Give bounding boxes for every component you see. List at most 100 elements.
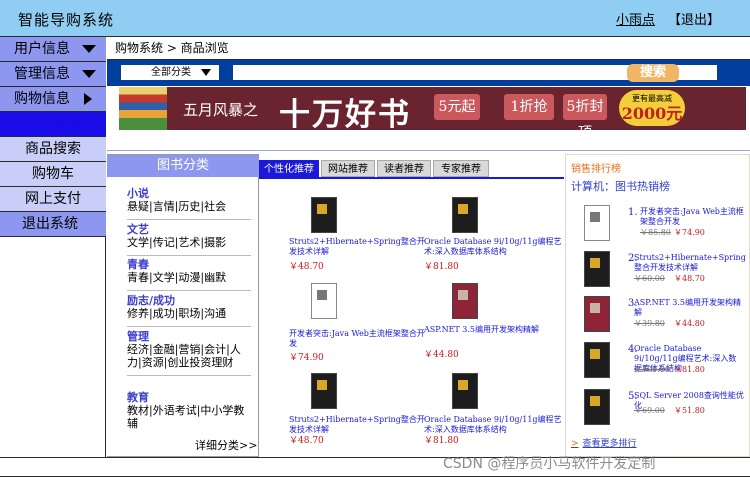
product-price: ￥81.80 — [424, 436, 459, 446]
more-ranking-link[interactable]: 查看更多排行 — [571, 436, 637, 449]
nav-shopping-info[interactable]: 购物信息 — [0, 87, 106, 112]
category-group-items[interactable]: 青春|文学|动漫|幽默 — [127, 271, 251, 284]
banner-promo-badge: 更有最高减 2000元 — [619, 90, 685, 126]
rank-old-price: ￥60.00 — [634, 274, 665, 283]
user-link[interactable]: 小雨点 — [616, 9, 655, 28]
book-cover-image[interactable] — [311, 373, 337, 409]
promo-top: 更有最高减 — [632, 94, 672, 103]
ranking-item[interactable]: 2. Struts2+Hibernate+Spring整合开发技术详解 ￥60.… — [566, 251, 750, 295]
rank-name[interactable]: Struts2+Hibernate+Spring整合开发技术详解 — [634, 253, 746, 273]
recommend-tabs: 个性化推荐 网站推荐 读者推荐 专家推荐 — [259, 160, 564, 179]
category-group-title[interactable]: 小说 — [127, 187, 251, 200]
nav-item-exit[interactable]: 退出系统 — [0, 212, 106, 237]
category-panel: 图书分类 小说 悬疑|言情|历史|社会 文艺 文学|传记|艺术|摄影 青春 青春… — [107, 154, 259, 457]
category-panel-title: 图书分类 — [107, 155, 259, 177]
category-select-value: 全部分类 — [151, 67, 191, 78]
product-name[interactable]: Struts2+Hibernate+Spring整合开发技术详解 — [289, 415, 429, 435]
more-categories-link[interactable]: 详细分类>> — [195, 437, 257, 453]
banner-pill-2: 1折抢 — [504, 94, 554, 120]
ranking-panel: 销售排行榜 计算机：图书热销榜 1. 开发者突击:Java Web主流框架整合开… — [565, 154, 750, 457]
category-group-items[interactable]: 经济|金融|营销|会计|人力|资源|创业投资理财 — [127, 343, 251, 369]
category-group-items[interactable]: 文学|传记|艺术|摄影 — [127, 236, 251, 249]
category-group-title[interactable]: 青春 — [127, 258, 251, 271]
category-group-youth: 青春 青春|文学|动漫|幽默 — [127, 258, 251, 291]
chevron-down-icon — [82, 45, 96, 53]
book-cover-image[interactable] — [311, 197, 337, 233]
nav-item-search[interactable]: 商品搜索 — [0, 137, 106, 162]
promo-banner[interactable]: 五月风暴之 十万好书 5元起 1折抢 5折封顶 更有最高减 2000元 — [119, 87, 746, 130]
category-group-novel: 小说 悬疑|言情|历史|社会 — [127, 187, 251, 220]
rank-new-price: ￥48.70 — [674, 274, 705, 283]
nav-user-info-label: 用户信息 — [14, 41, 70, 57]
category-group-education: 教育 教材|外语考试|中小学教辅 — [127, 391, 251, 430]
nav-user-info[interactable]: 用户信息 — [0, 37, 106, 62]
rank-new-price: ￥44.80 — [674, 319, 705, 328]
ranking-item[interactable]: 3. ASP.NET 3.5编用开发架构精解 ￥39.80 ￥44.80 — [566, 296, 750, 340]
category-group-title[interactable]: 管理 — [127, 330, 251, 343]
ranking-title: 销售排行榜 — [571, 164, 621, 175]
product-grid: Struts2+Hibernate+Spring整合开发技术详解 ￥48.70 … — [259, 179, 564, 457]
rank-old-price: ￥69.00 — [634, 406, 665, 415]
product-name[interactable]: Oracle Database 9i/10g/11g编程艺术:深入数据库体系结构 — [424, 415, 564, 435]
rank-old-price: ￥85.80 — [640, 228, 671, 237]
nav-item-cart[interactable]: 购物车 — [0, 162, 106, 187]
product-price: ￥74.90 — [289, 353, 324, 363]
search-button[interactable]: 搜索 — [627, 64, 679, 82]
category-group-title[interactable]: 励志/成功 — [127, 294, 251, 307]
book-cover-image[interactable] — [311, 283, 337, 319]
category-group-title[interactable]: 文艺 — [127, 223, 251, 236]
product-name[interactable]: Struts2+Hibernate+Spring整合开发技术详解 — [289, 237, 429, 257]
category-group-items[interactable]: 教材|外语考试|中小学教辅 — [127, 404, 251, 430]
product-price: ￥81.80 — [424, 262, 459, 272]
book-cover-image[interactable] — [584, 205, 610, 241]
product-name[interactable]: 开发者突击:Java Web主流框架整合开发 — [289, 329, 429, 349]
category-group-title[interactable]: 教育 — [127, 391, 251, 404]
page: 智能导购系统 小雨点 【退出】 用户信息 管理信息 购物信息 商品浏览 商品搜索… — [0, 0, 750, 480]
rank-new-price: ￥74.90 — [674, 228, 705, 237]
product-name[interactable]: Oracle Database 9i/10g/11g编程艺术:深入数据库体系结构 — [424, 237, 564, 257]
ranking-item[interactable]: 5. SQL Server 2008查询性能优化 ￥69.00 ￥51.80 — [566, 389, 750, 433]
tab-expert[interactable]: 专家推荐 — [433, 160, 489, 177]
tab-personal[interactable]: 个性化推荐 — [259, 160, 319, 177]
logout-link[interactable]: 【退出】 — [668, 9, 720, 28]
nav-manage-info[interactable]: 管理信息 — [0, 62, 106, 87]
book-cover-image[interactable] — [452, 283, 478, 319]
rank-name[interactable]: 开发者突击:Java Web主流框架整合开发 — [640, 207, 750, 227]
tab-reader[interactable]: 读者推荐 — [377, 160, 431, 177]
rank-old-price: ￥39.80 — [634, 319, 665, 328]
book-cover-image[interactable] — [584, 296, 610, 332]
book-cover-image[interactable] — [452, 373, 478, 409]
banner-text-2: 十万好书 — [279, 97, 411, 130]
divider — [107, 150, 750, 151]
rank-name[interactable]: ASP.NET 3.5编用开发架构精解 — [634, 298, 744, 318]
watermark-text: CSDN @程序员小马软件开发定制 — [443, 456, 656, 472]
category-group-literature: 文艺 文学|传记|艺术|摄影 — [127, 223, 251, 256]
top-bar: 智能导购系统 小雨点 【退出】 — [0, 0, 750, 37]
promo-amount: 2000元 — [621, 104, 683, 123]
books-image — [119, 87, 167, 130]
book-cover-image[interactable] — [584, 251, 610, 287]
rank-new-price: ￥81.80 — [674, 365, 705, 374]
footer-line — [0, 476, 750, 477]
category-group-items[interactable]: 修养|成功|职场|沟通 — [127, 307, 251, 320]
ranking-subtitle: 计算机：图书热销榜 — [571, 180, 670, 193]
book-cover-image[interactable] — [584, 342, 610, 378]
product-name[interactable]: ASP.NET 3.5编用开发架构精解 — [424, 325, 564, 335]
app-title: 智能导购系统 — [18, 11, 115, 29]
ranking-item[interactable]: 1. 开发者突击:Java Web主流框架整合开发 ￥85.80 ￥74.90 — [566, 205, 750, 249]
left-nav: 用户信息 管理信息 购物信息 商品浏览 商品搜索 购物车 网上支付 退出系统 — [0, 37, 106, 457]
category-group-items[interactable]: 悬疑|言情|历史|社会 — [127, 200, 251, 213]
nav-shopping-info-label: 购物信息 — [14, 91, 70, 107]
product-price: ￥48.70 — [289, 436, 324, 446]
rank-old-price: ￥109.00 — [634, 365, 670, 374]
book-cover-image[interactable] — [584, 389, 610, 425]
nav-item-pay[interactable]: 网上支付 — [0, 187, 106, 212]
banner-text-1: 五月风暴之 — [183, 101, 259, 119]
product-price: ￥44.80 — [424, 350, 459, 360]
book-cover-image[interactable] — [452, 197, 478, 233]
chevron-down-icon — [201, 69, 211, 76]
category-select[interactable]: 全部分类 — [121, 65, 219, 80]
ranking-item[interactable]: 4. Oracle Database 9i/10g/11g编程艺术:深入数据库体… — [566, 342, 750, 386]
tab-site[interactable]: 网站推荐 — [321, 160, 375, 177]
nav-item-browse[interactable]: 商品浏览 — [0, 112, 106, 137]
